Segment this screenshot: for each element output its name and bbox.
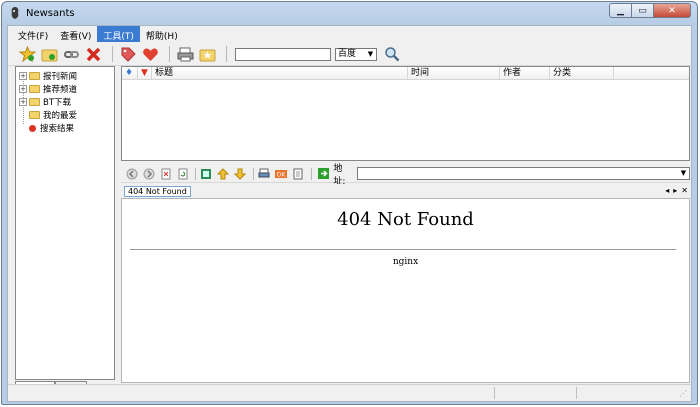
home-icon[interactable]	[199, 167, 213, 181]
folder-icon	[29, 98, 40, 106]
refresh-icon[interactable]	[176, 167, 190, 181]
tree-item-news[interactable]: + 报刊新闻	[19, 70, 77, 82]
caption-buttons: ▁ ▭ ✕	[609, 3, 691, 20]
page-server-text: nginx	[392, 257, 419, 267]
tree-item-label: 报刊新闻	[43, 72, 78, 82]
address-label: 地址:	[317, 161, 355, 187]
status-bar: ⋰	[8, 384, 691, 401]
link-icon[interactable]	[62, 45, 80, 63]
page-divider	[130, 249, 676, 250]
column-author[interactable]: 作者	[500, 67, 550, 80]
client-area: 文件(F) 查看(V) 工具(T) 帮助(H) 百度 ▼ + 报刊新闻 + 推荐…	[7, 25, 692, 402]
list-header: ♦ ▼ 标题 时间 作者 分类	[122, 67, 689, 80]
menu-bar: 文件(F) 查看(V) 工具(T) 帮助(H)	[8, 26, 691, 42]
tab-next-icon[interactable]: ▸	[673, 186, 677, 195]
main-toolbar: 百度 ▼	[8, 43, 691, 66]
tab-prev-icon[interactable]: ◂	[665, 186, 669, 195]
browser-tab-bar: 404 Not Found ◂ ▸ ✕	[121, 184, 690, 197]
search-engine-value: 百度	[338, 48, 357, 59]
page-viewport[interactable]: 404 Not Found nginx	[121, 198, 690, 383]
status-segment	[576, 387, 577, 399]
page-icon[interactable]	[291, 167, 305, 181]
page-heading: 404 Not Found	[337, 209, 474, 230]
column-read-status[interactable]: ♦	[122, 67, 138, 80]
svg-text:OK: OK	[276, 171, 286, 178]
window-title: Newsants	[26, 8, 75, 19]
menu-tools[interactable]: 工具(T)	[97, 26, 140, 42]
app-window: Newsants ▁ ▭ ✕ 文件(F) 查看(V) 工具(T) 帮助(H) 百…	[1, 1, 698, 405]
column-category[interactable]: 分类	[550, 67, 614, 80]
menu-view[interactable]: 查看(V)	[54, 26, 97, 42]
tree-item-label: BT下载	[43, 98, 72, 108]
heart-icon[interactable]	[141, 45, 159, 63]
print-icon[interactable]	[176, 45, 194, 63]
down-icon[interactable]	[233, 167, 247, 181]
toolbar-separator	[226, 46, 227, 62]
tab-close-icon[interactable]: ✕	[681, 186, 688, 195]
newsants-logo-icon	[11, 7, 19, 19]
tree-item-label: 我的最爱	[43, 111, 78, 121]
close-icon[interactable]: ✕	[653, 3, 691, 18]
browser-pane: OK 地址: ▼ 404 Not Found ◂ ▸ ✕ 404 Not Fou…	[121, 164, 690, 383]
resize-grip-icon[interactable]: ⋰	[679, 389, 689, 399]
channel-tree[interactable]: + 报刊新闻 + 推荐频道 + BT下载 我的最爱 搜索结果	[15, 66, 115, 380]
toolbar-separator	[195, 167, 197, 180]
tree-item-favorites[interactable]: 我的最爱	[29, 109, 77, 121]
stop-icon[interactable]	[159, 167, 173, 181]
tree-item-bt[interactable]: + BT下载	[19, 96, 71, 108]
menu-help[interactable]: 帮助(H)	[140, 26, 184, 42]
tab-controls: ◂ ▸ ✕	[665, 186, 688, 195]
print-icon[interactable]	[257, 167, 271, 181]
expand-icon[interactable]: +	[19, 85, 27, 93]
tree-item-search-results[interactable]: 搜索结果	[27, 122, 74, 134]
toolbar-separator	[112, 46, 113, 62]
search-engine-select[interactable]: 百度 ▼	[335, 47, 377, 61]
delete-icon[interactable]	[84, 45, 102, 63]
folder-icon[interactable]	[40, 45, 58, 63]
column-time[interactable]: 时间	[408, 67, 500, 80]
tag-icon[interactable]	[119, 45, 137, 63]
address-label-text: 地址:	[333, 163, 346, 187]
folder-icon	[29, 111, 40, 119]
browser-tab[interactable]: 404 Not Found	[124, 186, 191, 197]
status-segment	[494, 387, 495, 399]
article-list[interactable]: ♦ ▼ 标题 时间 作者 分类	[121, 66, 690, 161]
browser-toolbar: OK 地址: ▼	[121, 164, 690, 187]
tree-item-label: 搜索结果	[40, 124, 75, 134]
tree-item-label: 推荐频道	[43, 85, 78, 95]
address-input[interactable]: ▼	[357, 167, 690, 180]
red-dot-icon	[29, 124, 36, 132]
chevron-down-icon: ▼	[367, 49, 374, 58]
toolbar-separator	[253, 167, 254, 180]
up-icon[interactable]	[216, 167, 230, 181]
search-input[interactable]	[235, 47, 331, 61]
chevron-down-icon[interactable]: ▼	[679, 169, 688, 177]
folder-star-icon[interactable]	[198, 45, 216, 63]
folder-icon	[29, 72, 40, 80]
column-flag[interactable]: ▼	[138, 67, 152, 80]
add-channel-icon[interactable]	[18, 45, 36, 63]
go-icon[interactable]	[317, 167, 331, 181]
magnifier-icon[interactable]	[383, 45, 401, 63]
expand-icon[interactable]: +	[19, 98, 27, 106]
title-bar[interactable]: Newsants ▁ ▭ ✕	[2, 2, 697, 24]
minimize-icon[interactable]: ▁	[609, 3, 631, 18]
tree-item-recommended[interactable]: + 推荐频道	[19, 83, 77, 95]
forward-icon[interactable]	[142, 167, 156, 181]
ok-icon[interactable]: OK	[274, 167, 288, 181]
column-title[interactable]: 标题	[152, 67, 408, 80]
toolbar-separator	[169, 46, 170, 62]
expand-icon[interactable]: +	[19, 72, 27, 80]
menu-file[interactable]: 文件(F)	[12, 26, 54, 42]
folder-icon	[29, 85, 40, 93]
toolbar-separator	[310, 167, 312, 180]
maximize-icon[interactable]: ▭	[631, 3, 653, 18]
back-icon[interactable]	[125, 167, 139, 181]
